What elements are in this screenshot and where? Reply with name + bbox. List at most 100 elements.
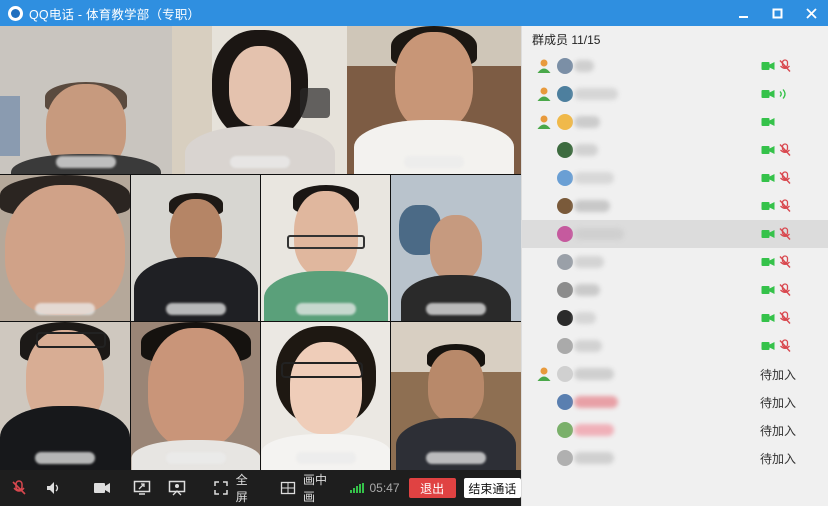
participant-name — [426, 303, 486, 315]
video-tile[interactable] — [172, 26, 347, 174]
member-name — [574, 452, 614, 464]
member-name — [574, 340, 602, 352]
camera-on-icon — [761, 146, 775, 154]
fullscreen-icon-wrap — [208, 477, 234, 499]
member-avatar — [557, 366, 573, 382]
member-row[interactable] — [522, 276, 828, 304]
member-avatar — [557, 338, 573, 354]
admin-icon — [537, 115, 551, 129]
video-tile[interactable] — [0, 322, 130, 470]
mic-muted-icon — [779, 339, 791, 352]
participant-name — [165, 452, 226, 464]
participant-name — [229, 156, 290, 168]
video-tile[interactable] — [0, 175, 130, 321]
member-name — [574, 172, 614, 184]
fullscreen-label: 全屏 — [235, 473, 248, 504]
member-row[interactable] — [522, 164, 828, 192]
member-name — [574, 424, 614, 436]
member-row[interactable]: 待加入 — [522, 388, 828, 416]
camera-on-icon — [761, 202, 775, 210]
member-row[interactable]: 待加入 — [522, 444, 828, 472]
admin-icon — [537, 59, 551, 73]
member-row[interactable] — [522, 304, 828, 332]
participant-name — [404, 156, 464, 168]
member-avatar — [557, 394, 573, 410]
close-icon — [805, 7, 817, 19]
speaking-icon — [779, 89, 786, 99]
camera-on-icon — [761, 230, 775, 238]
exit-button[interactable]: 退出 — [408, 478, 456, 498]
member-name — [574, 368, 614, 380]
video-tile[interactable] — [347, 26, 521, 174]
maximize-icon — [772, 8, 782, 18]
member-avatar — [557, 198, 573, 214]
title-bar: QQ电话 - 体育教学部（专职） — [0, 0, 828, 26]
fullscreen-icon — [214, 481, 228, 495]
video-grid — [0, 26, 521, 470]
picture-in-picture-button[interactable]: 画中画 — [275, 471, 338, 505]
member-avatar — [557, 170, 573, 186]
member-row[interactable]: 待加入 — [522, 416, 828, 444]
fullscreen-button[interactable]: 全屏 — [208, 471, 259, 505]
member-status: 待加入 — [760, 367, 797, 382]
member-row[interactable] — [522, 192, 828, 220]
minimize-icon — [738, 15, 748, 18]
member-row[interactable] — [522, 248, 828, 276]
member-name — [574, 200, 610, 212]
video-tile[interactable] — [0, 26, 172, 174]
camera-on-icon — [761, 342, 775, 350]
qq-app-icon — [8, 5, 23, 21]
close-button[interactable] — [794, 0, 828, 26]
minimize-button[interactable] — [726, 0, 760, 26]
member-row[interactable] — [522, 332, 828, 360]
video-tile[interactable] — [391, 175, 521, 321]
member-row[interactable] — [522, 52, 828, 80]
member-row[interactable] — [522, 136, 828, 164]
video-tile[interactable] — [131, 322, 260, 470]
screen-share-icon — [133, 480, 150, 495]
mic-muted-icon — [779, 227, 791, 240]
speaker-button[interactable] — [42, 477, 68, 499]
camera-on-icon — [761, 258, 775, 266]
admin-icon — [537, 367, 551, 381]
member-row[interactable] — [522, 220, 828, 248]
end-call-button[interactable]: 结束通话 — [463, 478, 521, 498]
mic-toggle-button[interactable] — [6, 477, 32, 499]
member-status: 待加入 — [760, 451, 797, 466]
video-tile[interactable] — [391, 322, 521, 470]
member-name — [574, 116, 600, 128]
member-name — [574, 60, 594, 72]
maximize-button[interactable] — [760, 0, 794, 26]
member-name — [574, 144, 598, 156]
camera-button[interactable] — [89, 477, 115, 499]
member-name — [574, 88, 618, 100]
mic-muted-icon — [779, 199, 791, 212]
presentation-icon — [169, 480, 186, 496]
signal-strength-icon — [350, 483, 365, 493]
member-status: 待加入 — [760, 423, 797, 438]
member-count-header: 群成员 11/15 — [532, 33, 601, 47]
mic-muted-icon — [779, 283, 791, 296]
video-tile[interactable] — [261, 322, 390, 470]
member-row[interactable]: 待加入 — [522, 360, 828, 388]
mic-muted-icon — [779, 311, 791, 324]
screen-share-button[interactable] — [129, 477, 155, 499]
camera-icon — [94, 483, 111, 493]
mic-muted-icon — [779, 59, 791, 72]
window-controls — [726, 0, 828, 26]
member-avatar — [557, 226, 573, 242]
presentation-button[interactable] — [165, 477, 191, 499]
member-row[interactable] — [522, 108, 828, 136]
video-tile[interactable] — [131, 175, 260, 321]
member-avatar — [557, 254, 573, 270]
member-avatar — [557, 114, 573, 130]
member-avatar — [557, 310, 573, 326]
camera-on-icon — [761, 174, 775, 182]
camera-on-icon — [761, 314, 775, 322]
camera-on-icon — [761, 286, 775, 294]
member-row[interactable] — [522, 80, 828, 108]
mic-muted-icon — [779, 171, 791, 184]
pip-label: 画中画 — [303, 473, 328, 504]
call-toolbar: 全屏 画中画 05:47 退出 结束通话 — [0, 470, 521, 506]
video-tile[interactable] — [261, 175, 390, 321]
